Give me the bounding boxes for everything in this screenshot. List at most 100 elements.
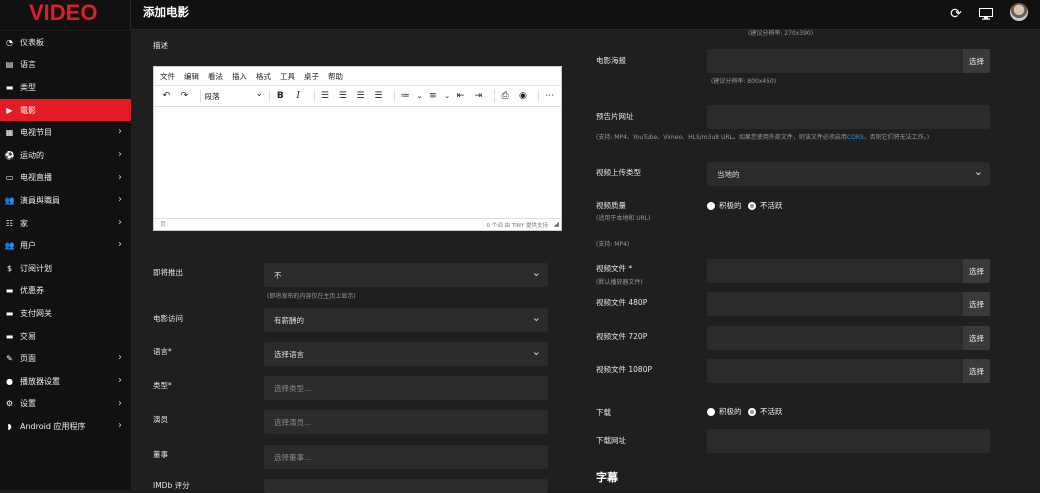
sidebar-item-9[interactable]: 👥 用户 › (0, 234, 131, 257)
settings-icon: ⚙ (5, 399, 14, 409)
chevron-down-icon[interactable]: ⌄ (417, 92, 423, 100)
main-content: 描述 文件 编辑 看法 插入 格式 工具 桌子 帮助 ↶ ↷ 段落 ⌄ B I (131, 30, 1040, 493)
file-480-choose-button[interactable]: 选择 (963, 292, 990, 316)
align-center-icon[interactable]: ☰ (336, 91, 349, 101)
sidebar-item-5[interactable]: ⚽ 运动的 › (0, 144, 131, 167)
editor-path: 页 (160, 222, 166, 228)
sidebar-item-0[interactable]: ◔ 仪表板 (0, 31, 131, 54)
language-select[interactable]: 选择语言 (264, 342, 548, 366)
sidebar-item-13[interactable]: ▬ 交易 (0, 325, 131, 348)
home-sliders-icon: ☷ (5, 218, 14, 228)
genre-icon: ▬ (5, 82, 14, 92)
sidebar-item-2[interactable]: ▬ 类型 (0, 76, 131, 99)
align-justify-icon[interactable]: ☰ (372, 91, 385, 101)
upload-type-select[interactable]: 当地的 (707, 162, 990, 186)
file-720-choose-button[interactable]: 选择 (963, 326, 990, 350)
bullet-list-icon[interactable]: ≔ (399, 91, 412, 101)
undo-icon[interactable]: ↶ (160, 91, 173, 101)
video-file-choose-button[interactable]: 选择 (963, 259, 990, 283)
preview-eye-icon[interactable]: ◉ (517, 91, 530, 101)
user-avatar[interactable] (1010, 3, 1028, 21)
refresh-icon[interactable]: ⟳ (947, 5, 965, 23)
sidebar-item-label: 仪表板 (20, 37, 44, 47)
video-file-sub: (默认播放器文件) (596, 279, 643, 286)
director-input[interactable]: 选择董事... (264, 445, 548, 469)
sidebar-item-1[interactable]: ▤ 语言 (0, 54, 131, 77)
file-480-input[interactable]: 选择 (707, 292, 990, 316)
file-1080-input[interactable]: 选择 (707, 359, 990, 383)
tv-show-icon: ▦ (5, 128, 14, 138)
sidebar-item-8[interactable]: ☷ 家 › (0, 212, 131, 235)
sidebar-item-14[interactable]: ✎ 页面 › (0, 347, 131, 370)
italic-icon[interactable]: I (292, 91, 305, 101)
sidebar-item-label: 电视节目 (20, 128, 52, 138)
sidebar-item-3[interactable]: ▶ 電影 (0, 98, 131, 122)
chevron-right-icon: › (118, 352, 122, 364)
editor-menu-format[interactable]: 格式 (256, 71, 271, 82)
sidebar-item-16[interactable]: ⚙ 设置 › (0, 393, 131, 416)
app-logo[interactable]: VIDEO (0, 0, 131, 30)
android-icon: ◗ (7, 421, 12, 431)
sidebar-item-7[interactable]: 👥 演員與職員 › (0, 189, 131, 212)
language-label: 语言* (153, 347, 172, 356)
quality-inactive-radio[interactable]: 不活跃 (748, 200, 783, 211)
quality-active-radio[interactable]: 积极的 (707, 200, 742, 211)
movie-access-select[interactable]: 有薪酬的 (264, 308, 548, 332)
download-active-label: 积极的 (719, 407, 742, 416)
editor-menu-help[interactable]: 帮助 (328, 71, 343, 82)
print-icon[interactable]: ⎙ (499, 91, 512, 101)
download-url-input[interactable] (707, 429, 990, 453)
trailer-url-input[interactable] (707, 105, 990, 129)
align-left-icon[interactable]: ☰ (319, 91, 332, 101)
chevron-right-icon: › (118, 216, 122, 228)
align-right-icon[interactable]: ☰ (354, 91, 367, 101)
cors-link[interactable]: CORS (847, 134, 864, 141)
sidebar-item-11[interactable]: ▬ 优惠券 (0, 280, 131, 303)
outdent-icon[interactable]: ⇤ (454, 91, 467, 101)
editor-content-area[interactable] (154, 107, 561, 218)
file-720-input[interactable]: 选择 (707, 326, 990, 350)
editor-menu-insert[interactable]: 插入 (232, 71, 247, 82)
poster-choose-button[interactable]: 选择 (963, 49, 990, 73)
numbered-list-icon[interactable]: ≡ (426, 91, 439, 101)
sidebar-item-label: 交易 (20, 331, 36, 341)
sidebar-item-15[interactable]: ● 播放器设置 › (0, 370, 131, 393)
imdb-rating-input[interactable] (264, 479, 548, 493)
coming-soon-label: 即将推出 (153, 268, 183, 277)
download-inactive-label: 不活跃 (760, 407, 783, 416)
download-url-label: 下载网址 (596, 436, 626, 445)
sidebar-item-12[interactable]: ▬ 支付网关 (0, 302, 131, 325)
trailer-hint: (支持: MP4、YouTube、Vimeo、HLS/m3u8 URL。如果您使… (596, 132, 996, 141)
sidebar-item-6[interactable]: ▭ 电视直播 › (0, 167, 131, 190)
rich-text-editor[interactable]: 文件 编辑 看法 插入 格式 工具 桌子 帮助 ↶ ↷ 段落 ⌄ B I ☰ ☰ (153, 66, 562, 231)
sidebar-item-17[interactable]: ◗ Android 应用程序 › (0, 415, 131, 438)
actors-placeholder: 选择演员... (274, 417, 312, 427)
editor-menu-edit[interactable]: 编辑 (184, 71, 199, 82)
paragraph-select[interactable]: 段落 ⌄ (205, 89, 265, 102)
file-1080-choose-button[interactable]: 选择 (963, 359, 990, 383)
toolbar-divider (269, 90, 270, 102)
coming-soon-select[interactable]: 不 (264, 263, 548, 287)
editor-menu-file[interactable]: 文件 (160, 71, 175, 82)
editor-menu-tools[interactable]: 工具 (280, 71, 295, 82)
download-active-radio[interactable]: 积极的 (707, 406, 742, 417)
redo-icon[interactable]: ↷ (178, 91, 191, 101)
bold-icon[interactable]: B (274, 91, 287, 101)
chevron-down-icon[interactable]: ⌄ (444, 92, 450, 100)
file-480-label: 视频文件 480P (596, 298, 648, 307)
sidebar-item-10[interactable]: $ 订阅计划 (0, 257, 131, 280)
resize-handle-icon[interactable]: ◢ (554, 220, 559, 228)
genre-label: 类型* (153, 381, 172, 390)
sidebar-item-label: 電影 (20, 105, 36, 115)
editor-menu-table[interactable]: 桌子 (304, 71, 319, 82)
actors-input[interactable]: 选择演员... (264, 410, 548, 434)
monitor-icon[interactable] (977, 5, 995, 23)
video-file-input[interactable]: 选择 (707, 259, 990, 283)
poster-input[interactable]: 选择 (707, 49, 990, 73)
sidebar-item-4[interactable]: ▦ 电视节目 › (0, 121, 131, 144)
genre-input[interactable]: 选择类型... (264, 376, 548, 400)
indent-icon[interactable]: ⇥ (472, 91, 485, 101)
editor-menu-view[interactable]: 看法 (208, 71, 223, 82)
download-inactive-radio[interactable]: 不活跃 (748, 406, 783, 417)
more-icon[interactable]: ⋯ (543, 91, 556, 101)
